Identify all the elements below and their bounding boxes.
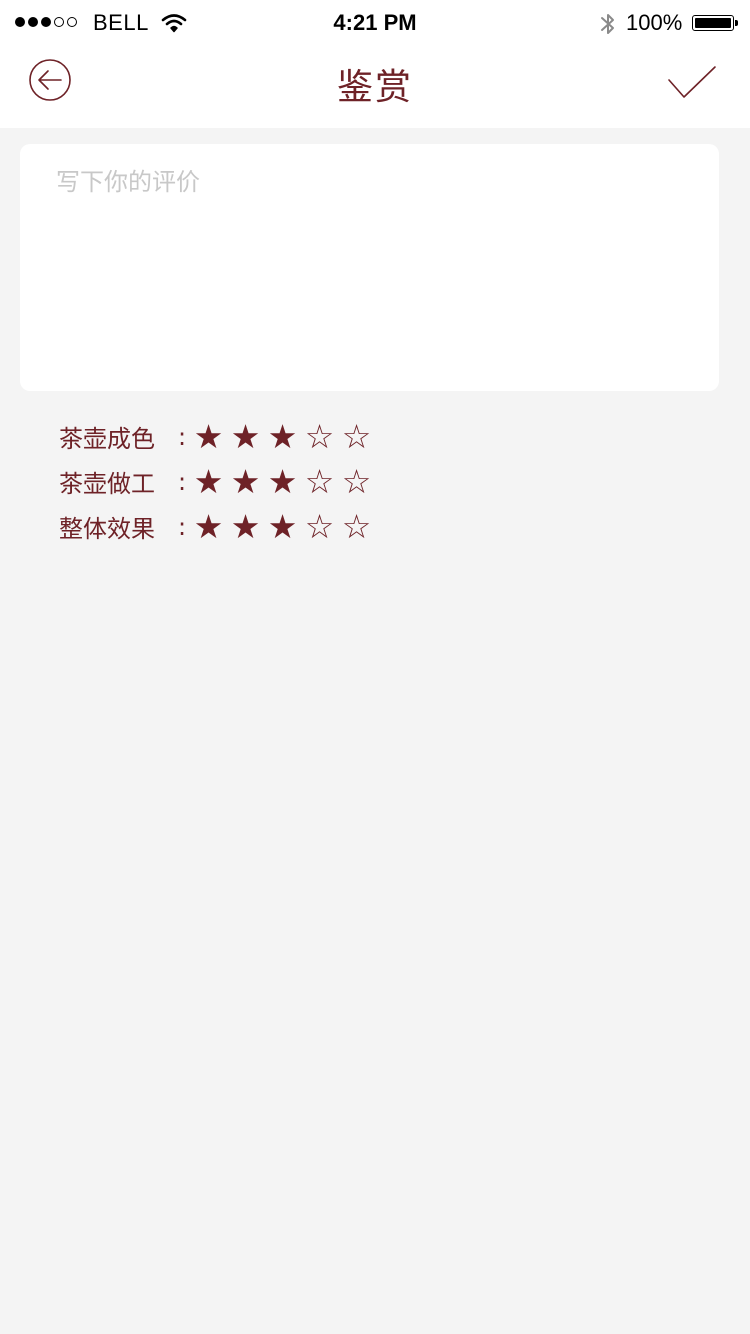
star-empty-icon[interactable]: ☆ xyxy=(301,459,338,504)
checkmark-icon xyxy=(668,66,716,98)
page-title: 鉴赏 xyxy=(336,67,413,108)
star-filled-icon[interactable]: ★ xyxy=(227,414,264,459)
rating-colon: : xyxy=(178,512,187,541)
star-rating: ★ ★ ★ ☆ ☆ xyxy=(190,414,375,459)
rating-row-teapot-color: 茶壶成色 : ★ ★ ★ ☆ ☆ xyxy=(59,414,699,459)
star-rating: ★ ★ ★ ☆ ☆ xyxy=(190,459,375,504)
battery-tip xyxy=(735,20,738,26)
star-rating: ★ ★ ★ ☆ ☆ xyxy=(190,504,375,549)
rating-colon: : xyxy=(178,422,187,451)
star-filled-icon[interactable]: ★ xyxy=(190,414,227,459)
bluetooth-icon xyxy=(599,11,617,41)
rating-row-overall-effect: 整体效果 : ★ ★ ★ ☆ ☆ xyxy=(59,504,699,549)
star-empty-icon[interactable]: ☆ xyxy=(301,504,338,549)
rating-row-teapot-craft: 茶壶做工 : ★ ★ ★ ☆ ☆ xyxy=(59,459,699,504)
ratings-section: 茶壶成色 : ★ ★ ★ ☆ ☆ 茶壶做工 : ★ ★ ★ ☆ ☆ 整体效果 : ★ ★ ★ ☆ ☆ xyxy=(59,414,699,549)
star-filled-icon[interactable]: ★ xyxy=(264,504,301,549)
star-filled-icon[interactable]: ★ xyxy=(227,459,264,504)
status-bar: BELL 4:21 PM 100% xyxy=(0,0,750,46)
rating-label: 茶壶做工 xyxy=(59,470,155,498)
nav-bar: 鉴赏 xyxy=(0,46,750,128)
star-empty-icon[interactable]: ☆ xyxy=(338,459,375,504)
battery-level-fill xyxy=(695,18,731,28)
star-empty-icon[interactable]: ☆ xyxy=(301,414,338,459)
star-filled-icon[interactable]: ★ xyxy=(227,504,264,549)
star-filled-icon[interactable]: ★ xyxy=(190,504,227,549)
star-empty-icon[interactable]: ☆ xyxy=(338,504,375,549)
battery-percentage: 100% xyxy=(626,10,683,35)
star-filled-icon[interactable]: ★ xyxy=(190,459,227,504)
star-filled-icon[interactable]: ★ xyxy=(264,414,301,459)
rating-colon: : xyxy=(178,467,187,496)
star-empty-icon[interactable]: ☆ xyxy=(338,414,375,459)
star-filled-icon[interactable]: ★ xyxy=(264,459,301,504)
review-textarea[interactable] xyxy=(56,162,683,373)
rating-label: 整体效果 xyxy=(59,515,155,543)
rating-label: 茶壶成色 xyxy=(59,425,155,453)
review-input-box xyxy=(20,144,719,391)
confirm-button[interactable] xyxy=(664,60,718,104)
battery-icon xyxy=(692,15,734,31)
